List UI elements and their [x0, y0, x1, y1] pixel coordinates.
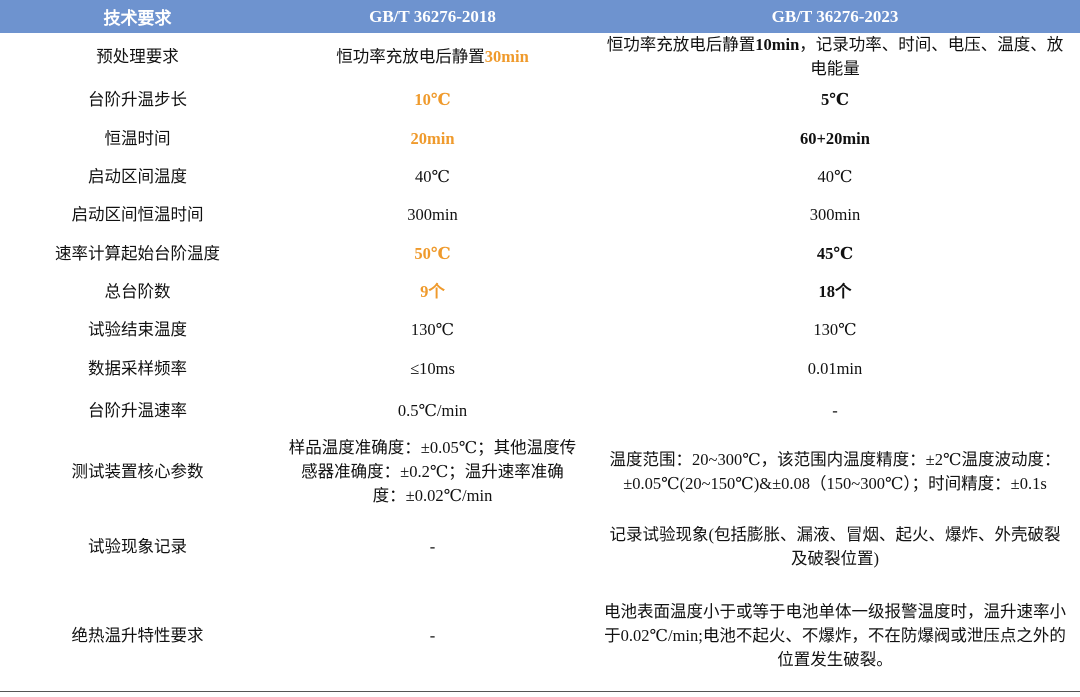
old-value-cell: 300min [407, 205, 458, 224]
comparison-table: 技术要求 GB/T 36276-2018 GB/T 36276-2023 预处理… [0, 0, 1080, 692]
table-row: 启动区间温度 40℃ 40℃ [0, 158, 1080, 196]
new-value-cell: 45℃ [816, 243, 854, 263]
table-row: 台阶升温速率 0.5℃/min - [0, 389, 1080, 432]
table-row: 台阶升温步长 10℃ 5℃ [0, 81, 1080, 119]
new-value-cell: 5℃ [820, 90, 850, 109]
requirement-cell: 启动区间恒温时间 [71, 205, 204, 224]
header-2018-standard: GB/T 36276-2018 [275, 0, 590, 33]
table-row: 恒温时间 20min 60+20min [0, 119, 1080, 158]
table-row: 总台阶数 9个 18个 [0, 273, 1080, 311]
requirement-cell: 台阶升温步长 [88, 90, 187, 109]
requirement-cell: 台阶升温速率 [88, 400, 187, 420]
table-row: 预处理要求 恒功率充放电后静置30min 恒功率充放电后静置10min，记录功率… [0, 33, 1080, 81]
table-row: 试验结束温度 130℃ 130℃ [0, 311, 1080, 349]
header-row: 技术要求 GB/T 36276-2018 GB/T 36276-2023 [0, 0, 1080, 33]
requirement-cell: 恒温时间 [104, 128, 171, 148]
old-value-cell: 20min [410, 128, 455, 148]
old-value-cell: 50℃ [414, 243, 451, 263]
new-value-cell: 记录试验现象(包括膨胀、漏液、冒烟、起火、爆炸、外壳破裂及破裂位置) [609, 524, 1061, 568]
new-value-bold: 10min [755, 35, 800, 54]
old-value-cell: 样品温度准确度：±0.05℃；其他温度传感器准确度：±0.2℃；温升速率准确度：… [288, 438, 577, 505]
old-value-cell: 40℃ [415, 167, 450, 186]
table-row: 试验现象记录 - 记录试验现象(包括膨胀、漏液、冒烟、起火、爆炸、外壳破裂及破裂… [0, 512, 1080, 581]
old-value-cell: - [429, 536, 436, 556]
header-requirement: 技术要求 [0, 0, 275, 33]
new-value-cell: 0.01min [807, 359, 863, 378]
new-value-cell: - [832, 400, 838, 420]
requirement-cell: 试验现象记录 [88, 536, 187, 556]
old-value-cell: ≤10ms [410, 359, 455, 378]
header-2023-standard: GB/T 36276-2023 [590, 0, 1080, 33]
new-value-cell: 18个 [818, 282, 852, 301]
old-value-highlight: 30min [484, 47, 529, 66]
requirement-cell: 启动区间温度 [88, 167, 187, 186]
old-value-cell: 恒功率充放电后静置30min [275, 33, 590, 81]
new-value-cell: 40℃ [817, 167, 853, 186]
old-value-cell: 0.5℃/min [397, 400, 468, 420]
requirement-cell: 总台阶数 [104, 282, 171, 301]
table-row: 数据采样频率 ≤10ms 0.01min [0, 349, 1080, 389]
old-value-cell: 10℃ [414, 90, 451, 109]
new-value-text-suffix: ，记录功率、时间、电压、温度、放电能量 [799, 35, 1064, 78]
new-value-cell: 130℃ [813, 320, 857, 339]
new-value-cell: 电池表面温度小于或等于电池单体一级报警温度时，温升速率小于0.02℃/min;电… [590, 581, 1080, 692]
table-row: 测试装置核心参数 样品温度准确度：±0.05℃；其他温度传感器准确度：±0.2℃… [0, 432, 1080, 512]
new-value-cell: 恒功率充放电后静置10min，记录功率、时间、电压、温度、放电能量 [590, 33, 1080, 81]
new-value-text: 恒功率充放电后静置 [606, 35, 756, 54]
table-row: 绝热温升特性要求 - 电池表面温度小于或等于电池单体一级报警温度时，温升速率小于… [0, 581, 1080, 692]
table-row: 启动区间恒温时间 300min 300min [0, 196, 1080, 234]
requirement-cell: 速率计算起始台阶温度 [55, 243, 220, 263]
old-value-cell: - [275, 581, 590, 692]
old-value-cell: 130℃ [410, 320, 455, 339]
old-value-cell: 9个 [420, 282, 445, 301]
requirement-cell: 预处理要求 [96, 47, 179, 66]
new-value-cell: 300min [809, 205, 861, 224]
requirement-cell: 测试装置核心参数 [71, 462, 204, 481]
new-value-cell: 温度范围：20~300℃，该范围内温度精度：±2℃温度波动度：±0.05℃(20… [609, 450, 1061, 493]
requirement-cell: 绝热温升特性要求 [0, 581, 275, 692]
requirement-cell: 试验结束温度 [88, 320, 187, 339]
table-row: 速率计算起始台阶温度 50℃ 45℃ [0, 234, 1080, 273]
requirement-cell: 数据采样频率 [88, 359, 187, 378]
old-value-text: 恒功率充放电后静置 [336, 47, 485, 66]
new-value-cell: 60+20min [800, 128, 870, 148]
